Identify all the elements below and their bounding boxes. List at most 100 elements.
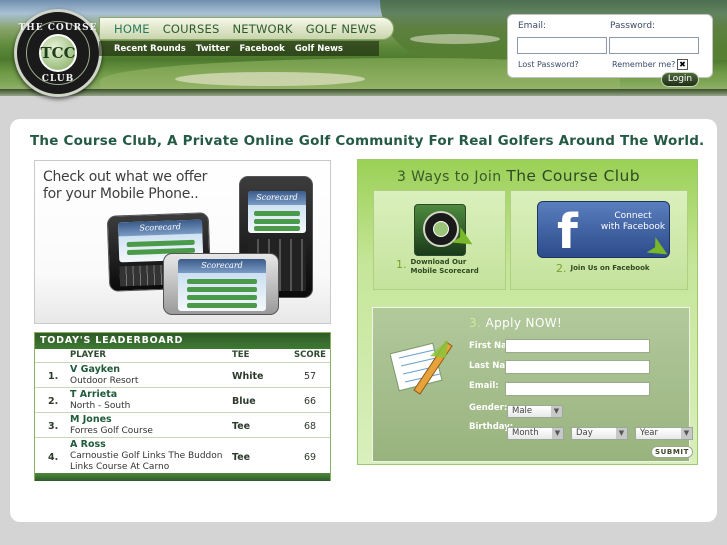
gender-label: Gender: [469, 403, 508, 413]
chevron-down-icon: ▼ [681, 428, 692, 439]
row-course: North - South [70, 401, 131, 411]
row-course: Outdoor Resort [70, 376, 139, 386]
last-name-field[interactable] [505, 360, 650, 374]
login-email-field[interactable] [517, 37, 607, 54]
step1-line1: Download Our [410, 258, 467, 266]
row-rank: 1. [48, 371, 59, 382]
row-rank: 3. [48, 421, 59, 432]
logo-monogram: TCC [40, 44, 76, 62]
month-value: Month [512, 428, 539, 438]
day-value: Day [576, 428, 593, 438]
page-title: The Course Club, A Private Online Golf C… [30, 133, 705, 149]
first-name-field[interactable] [505, 339, 650, 353]
subnav-golf-news[interactable]: Golf News [295, 44, 343, 54]
submit-button[interactable]: SUBMIT [651, 446, 693, 458]
remember-me-checkbox[interactable]: ✖ [677, 59, 688, 70]
lost-password-link[interactable]: Lost Password? [518, 60, 579, 69]
chevron-down-icon: ▼ [551, 406, 562, 417]
mobile-promo-banner[interactable]: Check out what we offer for your Mobile … [34, 160, 331, 324]
email-field[interactable] [505, 382, 650, 396]
birth-day-select[interactable]: Day ▼ [571, 427, 628, 440]
mobile-promo-line2: for your Mobile Phone.. [43, 186, 199, 202]
email-label: Email: [469, 381, 499, 391]
row-tee: Tee [232, 421, 251, 432]
table-row[interactable]: 3. M Jones Forres Golf Course Tee 68 [35, 412, 330, 437]
phone-image: Scorecard [163, 253, 279, 315]
join-title: 3 Ways to Join The Course Club [397, 167, 640, 185]
nav-network[interactable]: NETWORK [232, 22, 292, 36]
apply-step-number: 3. [469, 316, 482, 330]
step-number: 2. [556, 262, 567, 275]
step2-text: Join Us on Facebook [570, 264, 650, 272]
leaderboard: TODAY'S LEADERBOARD PLAYER TEE SCORE 1. … [34, 332, 331, 481]
logo-text-top: THE COURSE [18, 23, 98, 33]
row-score: 57 [304, 371, 317, 382]
fb-line1: Connect [614, 211, 652, 221]
site-logo[interactable]: THE COURSE TCC CLUB [14, 9, 102, 97]
table-row[interactable]: 2. T Arrieta North - South Blue 66 [35, 387, 330, 412]
scorecard-pencil-icon [390, 340, 453, 395]
step1-line2: Mobile Scorecard [410, 267, 479, 275]
apply-title: 3. Apply NOW! [469, 316, 562, 330]
facebook-icon: f [557, 204, 578, 260]
row-course: Carnoustie Golf Links The Buddon Links C… [70, 451, 223, 472]
row-player[interactable]: M Jones [70, 414, 112, 425]
logo-text-bottom: CLUB [41, 74, 75, 84]
chevron-down-icon: ▼ [552, 428, 563, 439]
row-rank: 4. [48, 452, 59, 463]
header-divider [0, 89, 727, 96]
phone-screen-title: Scorecard [256, 193, 298, 202]
leaderboard-footer [35, 473, 330, 481]
app-logo-core [433, 221, 449, 237]
row-course: Forres Golf Course [70, 426, 153, 436]
subnav-twitter[interactable]: Twitter [196, 44, 230, 54]
gender-value: Male [512, 406, 533, 416]
nav-home[interactable]: HOME [114, 22, 150, 36]
main-nav: HOME COURSES NETWORK GOLF NEWS [99, 17, 394, 40]
join-title-brand: The Course Club [506, 167, 640, 185]
join-step-2[interactable]: 2. Join Us on Facebook [556, 262, 650, 275]
header-sand-trap [175, 72, 365, 86]
mobile-promo-text: Check out what we offer for your Mobile … [43, 169, 207, 203]
mobile-promo-line1: Check out what we offer [43, 169, 208, 185]
step-number: 1. [396, 258, 407, 271]
row-player[interactable]: V Gayken [70, 364, 120, 375]
leaderboard-title: TODAY'S LEADERBOARD [35, 333, 330, 349]
join-step-1[interactable]: 1. Download Our Mobile Scorecard [396, 258, 479, 276]
subnav-recent-rounds[interactable]: Recent Rounds [114, 44, 186, 54]
row-player[interactable]: A Ross [70, 439, 106, 450]
birth-month-select[interactable]: Month ▼ [507, 427, 564, 440]
chevron-down-icon: ▼ [616, 428, 627, 439]
join-title-prefix: 3 Ways to Join [397, 169, 502, 185]
header-sand-trap [410, 34, 500, 44]
table-row[interactable]: 4. A Ross Carnoustie Golf Links The Budd… [35, 437, 330, 473]
apply-title-text: Apply NOW! [485, 316, 563, 330]
login-button[interactable]: Login [661, 72, 699, 87]
col-player: PLAYER [70, 350, 106, 360]
row-tee: White [232, 371, 264, 382]
row-tee: Tee [232, 452, 251, 463]
sub-nav: Recent Rounds Twitter Facebook Golf News [99, 41, 379, 56]
login-panel: Email: Password: Lost Password? Remember… [507, 14, 713, 78]
login-email-label: Email: [518, 21, 547, 31]
nav-golf-news[interactable]: GOLF NEWS [306, 22, 377, 36]
col-tee: TEE [232, 350, 250, 360]
row-score: 68 [304, 421, 317, 432]
step1-text: Download Our Mobile Scorecard [411, 258, 479, 276]
row-rank: 2. [48, 396, 59, 407]
subnav-facebook[interactable]: Facebook [240, 44, 285, 54]
row-score: 66 [304, 396, 317, 407]
phone-screen-title: Scorecard [201, 261, 243, 270]
row-player[interactable]: T Arrieta [70, 389, 117, 400]
year-value: Year [640, 428, 658, 438]
login-password-field[interactable] [609, 37, 699, 54]
row-tee: Blue [232, 396, 256, 407]
nav-courses[interactable]: COURSES [163, 22, 220, 36]
login-password-label: Password: [610, 21, 656, 31]
remember-me-label: Remember me? [612, 60, 676, 69]
birth-year-select[interactable]: Year ▼ [635, 427, 693, 440]
gender-select[interactable]: Male ▼ [507, 405, 563, 418]
table-row[interactable]: 1. V Gayken Outdoor Resort White 57 [35, 362, 330, 387]
row-score: 69 [304, 452, 317, 463]
col-score: SCORE [294, 350, 326, 360]
